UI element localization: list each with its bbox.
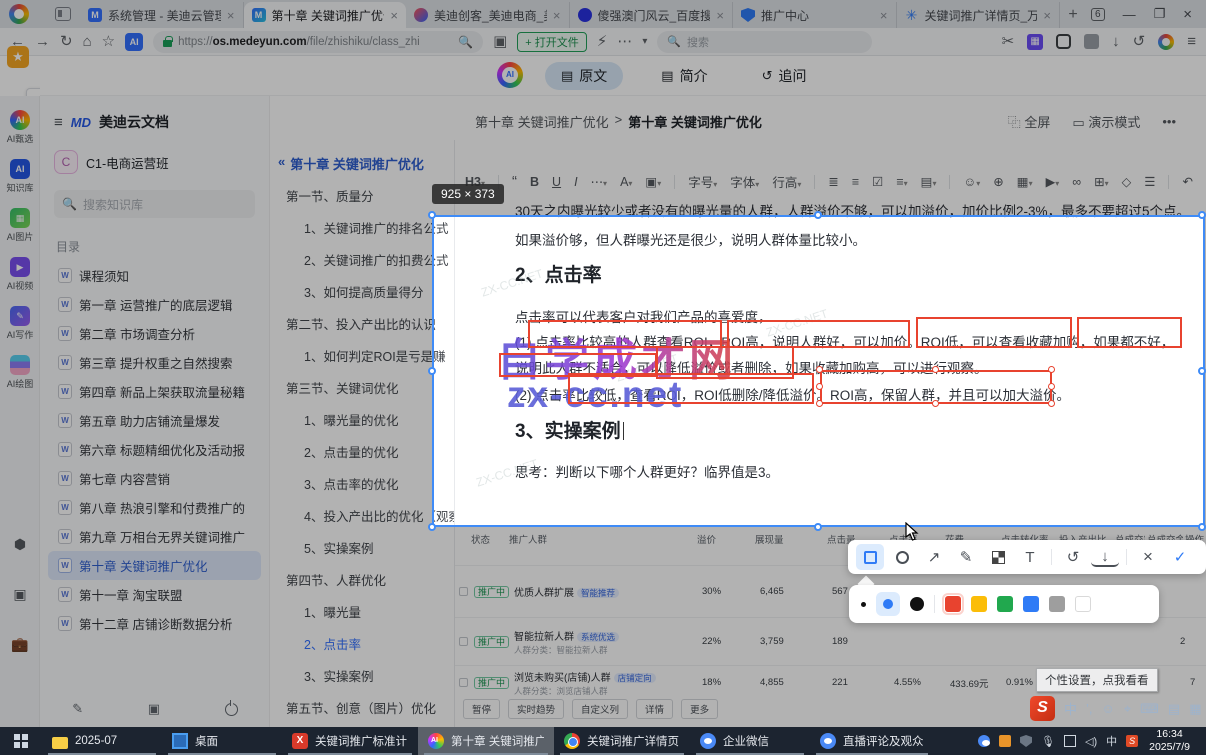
color-yellow[interactable] [971, 596, 987, 612]
text-cursor [622, 422, 625, 440]
tray-app-icon[interactable] [999, 735, 1012, 747]
tray-sogou-icon[interactable]: S [1126, 735, 1139, 747]
ime-tooltip: 个性设置，点我看看 [1036, 668, 1158, 692]
screen: M 系统管理 - 美迪云管理 × M 第十章 关键词推广优化 × 美迪创客_美迪… [0, 0, 1206, 755]
stroke-size-large[interactable] [910, 597, 924, 611]
folder-icon [52, 736, 68, 749]
selection-handle[interactable] [428, 211, 436, 219]
dim-overlay-left [0, 215, 432, 527]
taskbar-item-desktop[interactable]: 桌面 [162, 727, 282, 755]
selection-handle[interactable] [428, 523, 436, 531]
paragraph: 如果溢价够，但人群曝光还是很少，说明人群体量比较小。 [515, 233, 866, 248]
annotation-rect[interactable] [916, 317, 1072, 348]
taskbar-item-xmind[interactable]: X 关键词推广标准计... [282, 727, 418, 755]
pen-tool[interactable]: ✎ [952, 544, 980, 570]
selection-handle[interactable] [814, 211, 822, 219]
emoji-icon[interactable]: ☺ [1102, 701, 1115, 716]
capture-size-badge: 925 × 373 [432, 184, 504, 204]
tray-shield-icon[interactable] [1020, 735, 1033, 747]
taskbar-item-folder[interactable]: 2025-07 [42, 727, 162, 755]
heading-case: 3、实操案例 [515, 416, 625, 443]
xmind-icon: X [292, 733, 308, 749]
selection-handle[interactable] [1198, 367, 1206, 375]
dim-overlay-top [0, 0, 1206, 215]
punctuation-icon[interactable]: ’, [1086, 701, 1093, 716]
color-gray[interactable] [1049, 596, 1065, 612]
text-tool[interactable]: T [1016, 544, 1044, 570]
annotation-handle[interactable] [1048, 400, 1055, 407]
taskbar-item-live-comments[interactable]: 直播评论及观众 [810, 727, 934, 755]
annotation-rect[interactable] [528, 320, 722, 348]
selection-handle[interactable] [428, 367, 436, 375]
selection-handle[interactable] [1198, 523, 1206, 531]
tray-volume-icon[interactable]: ◁) [1085, 735, 1097, 748]
taskbar-item-chrome[interactable]: 关键词推广详情页... [554, 727, 690, 755]
undo-tool[interactable]: ↺ [1059, 544, 1087, 570]
color-white[interactable] [1075, 596, 1091, 612]
sogou-logo[interactable]: S [1030, 696, 1055, 721]
confirm-capture-button[interactable]: ✓ [1166, 544, 1194, 570]
tray-wecom-icon[interactable] [978, 735, 991, 747]
ime-toolbar: S 中 ’, ☺ ⌖ ⌨ ▤ ▦ [1030, 696, 1201, 721]
annotation-palette [849, 585, 1159, 623]
annotation-handle[interactable] [932, 366, 939, 373]
annotation-toolbar: ↗ ✎ T ↺ ↓ × ✓ [848, 540, 1206, 574]
annotation-rect[interactable] [568, 373, 814, 404]
annotation-handle[interactable] [816, 383, 823, 390]
annotation-rect[interactable] [1077, 317, 1182, 348]
desktop-icon [172, 733, 188, 749]
annotation-handle[interactable] [932, 400, 939, 407]
taskbar: 2025-07 桌面 X 关键词推广标准计... 第十章 关键词推广... 关键… [0, 727, 1206, 755]
selection-handle[interactable] [814, 523, 822, 531]
annotation-handle[interactable] [816, 366, 823, 373]
color-blue[interactable] [1023, 596, 1039, 612]
save-download-tool[interactable]: ↓ [1091, 547, 1119, 567]
chrome-icon [564, 733, 580, 749]
skin-icon[interactable]: ▤ [1168, 701, 1180, 717]
selection-handle[interactable] [1198, 211, 1206, 219]
tray-ime-indicator[interactable]: 中 [1106, 733, 1117, 749]
start-button[interactable] [0, 727, 42, 755]
mosaic-tool[interactable] [984, 544, 1012, 570]
annotation-handle[interactable] [1048, 383, 1055, 390]
annotation-handle[interactable] [1048, 366, 1055, 373]
paragraph: 思考：判断以下哪个人群更好？临界值是3。 [515, 465, 780, 480]
ime-mode-chinese[interactable]: 中 [1064, 699, 1077, 718]
ellipse-tool[interactable] [888, 544, 916, 570]
color-red-selected[interactable] [942, 593, 964, 615]
cancel-capture-button[interactable]: × [1134, 544, 1162, 570]
stroke-size-small[interactable] [861, 601, 866, 607]
mic-icon[interactable]: ⌖ [1124, 701, 1131, 717]
ai-doc-icon [428, 733, 444, 749]
annotation-rect-selected[interactable] [820, 370, 1052, 404]
tray-mic-icon[interactable]: 🎙 [1041, 735, 1055, 748]
wecom-icon [820, 733, 836, 749]
toolbox-icon[interactable]: ▦ [1189, 701, 1201, 717]
rectangle-tool[interactable] [856, 544, 884, 570]
tray-display-icon[interactable] [1064, 735, 1076, 747]
arrow-tool[interactable]: ↗ [920, 544, 948, 570]
keyboard-icon[interactable]: ⌨ [1140, 701, 1159, 717]
annotation-rect[interactable] [727, 320, 910, 348]
stroke-size-medium-selected[interactable] [876, 592, 900, 616]
color-green[interactable] [997, 596, 1013, 612]
system-tray: 🎙 ◁) 中 S 16:34 2025/7/9 [978, 727, 1206, 755]
annotation-handle[interactable] [816, 400, 823, 407]
taskbar-item-wecom[interactable]: 企业微信 [690, 727, 810, 755]
wecom-icon [700, 733, 716, 749]
taskbar-clock[interactable]: 16:34 2025/7/9 [1147, 728, 1198, 754]
mouse-cursor [905, 522, 919, 541]
taskbar-item-active-doc[interactable]: 第十章 关键词推广... [418, 727, 554, 755]
